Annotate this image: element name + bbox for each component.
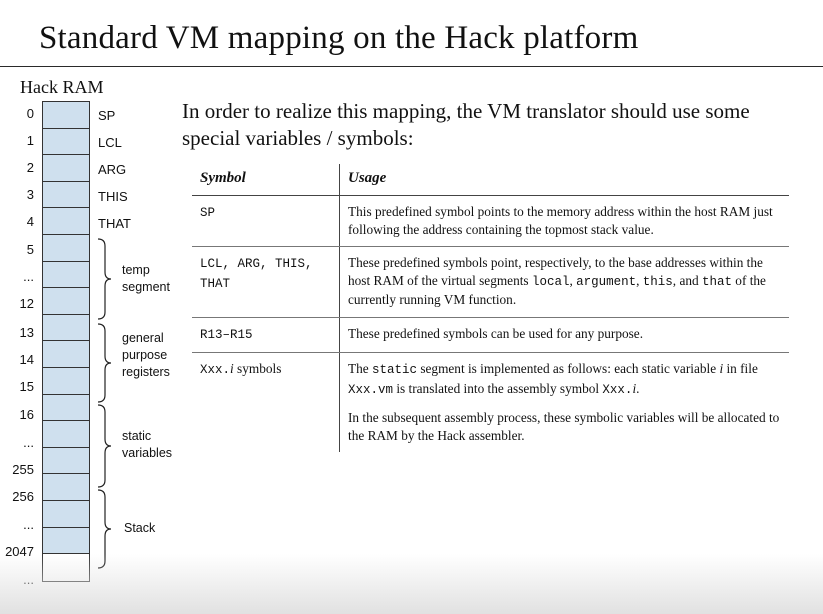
- general-purpose-brace: [97, 323, 112, 403]
- ram-address: ...: [23, 269, 34, 284]
- register-this: THIS: [98, 189, 128, 204]
- ram-cell: [43, 341, 89, 368]
- ram-cell: [43, 128, 89, 156]
- ram-address: 13: [19, 325, 34, 340]
- temp-segment-label: temp segment: [122, 263, 170, 294]
- ram-label: Hack RAM: [20, 77, 104, 97]
- usage-paragraph: In the subsequent assembly process, thes…: [348, 410, 780, 443]
- usage-cell: The static segment is implemented as fol…: [340, 353, 790, 453]
- register-arg: ARG: [98, 162, 127, 177]
- ram-cell: [43, 261, 89, 289]
- register-sp: SP: [98, 108, 116, 123]
- ram-address: 256: [12, 489, 34, 504]
- symbol-cell: Xxx.i symbols: [192, 352, 340, 452]
- symbol-cell: R13–R15: [192, 317, 340, 353]
- page-title: Standard VM mapping on the Hack platform: [39, 20, 639, 56]
- table-header-row: Symbol Usage: [192, 164, 789, 196]
- ram-cell: [43, 234, 89, 262]
- ram-address: 0: [26, 106, 34, 121]
- ram-cell: [43, 367, 89, 395]
- ram-address: 15: [19, 379, 34, 394]
- register-that: THAT: [98, 216, 131, 231]
- ram-cell: [43, 314, 89, 342]
- intro-text: In order to realize this mapping, the VM…: [182, 99, 750, 150]
- ram-cell: [43, 474, 89, 501]
- header-usage: Usage: [339, 164, 789, 196]
- ram-address: 1: [26, 133, 34, 148]
- ram-cell: [43, 447, 89, 475]
- ram-address: ...: [23, 435, 34, 450]
- ram-cell: [43, 288, 89, 315]
- symbol-cell: LCL, ARG, THIS, THAT: [192, 246, 340, 318]
- ram-address: 2047: [5, 544, 34, 559]
- symbol-cell: SP: [192, 195, 340, 247]
- stack-brace: [97, 489, 112, 569]
- table-row: Xxx.i symbols The static segment is impl…: [192, 352, 790, 453]
- usage-cell: These predefined symbols can be used for…: [339, 317, 789, 353]
- general-purpose-label: general purpose registers: [122, 331, 170, 379]
- ram-cell: [43, 500, 89, 528]
- ram-cell: [43, 527, 89, 555]
- usage-cell: This predefined symbol points to the mem…: [339, 195, 789, 247]
- ram-address: 5: [26, 242, 34, 257]
- ram-address: 14: [19, 352, 34, 367]
- ram-cell-unused: [43, 554, 89, 581]
- ram-address: 12: [19, 296, 34, 311]
- ram-cell: [43, 181, 89, 209]
- ram-address: 4: [26, 214, 34, 229]
- temp-segment-brace: [97, 238, 112, 320]
- ram-cell: [43, 421, 89, 448]
- usage-paragraph: The static segment is implemented as fol…: [348, 361, 758, 397]
- symbols-table: Symbol Usage SP This predefined symbol p…: [192, 164, 789, 452]
- ram-address: ...: [23, 572, 34, 587]
- ram-address: 3: [26, 187, 34, 202]
- ram-grid: [42, 101, 90, 582]
- ram-address: 2: [26, 160, 34, 175]
- usage-cell: These predefined symbols point, respecti…: [339, 246, 789, 318]
- ram-cell: [43, 102, 89, 129]
- ram-cell: [43, 208, 89, 235]
- ram-address: ...: [23, 517, 34, 532]
- register-lcl: LCL: [98, 135, 122, 150]
- table-row: SP This predefined symbol points to the …: [192, 195, 789, 247]
- ram-cell: [43, 155, 89, 182]
- stack-label: Stack: [124, 521, 156, 535]
- table-row: LCL, ARG, THIS, THAT These predefined sy…: [192, 246, 789, 318]
- ram-address: 16: [19, 407, 34, 422]
- header-symbol: Symbol: [192, 164, 340, 196]
- table-row: R13–R15 These predefined symbols can be …: [192, 317, 789, 353]
- ram-address: 255: [12, 462, 34, 477]
- ram-cell: [43, 394, 89, 422]
- static-variables-brace: [97, 404, 112, 488]
- static-variables-label: static variables: [122, 429, 173, 460]
- title-divider: [0, 66, 823, 67]
- bottom-shadow: [0, 554, 823, 614]
